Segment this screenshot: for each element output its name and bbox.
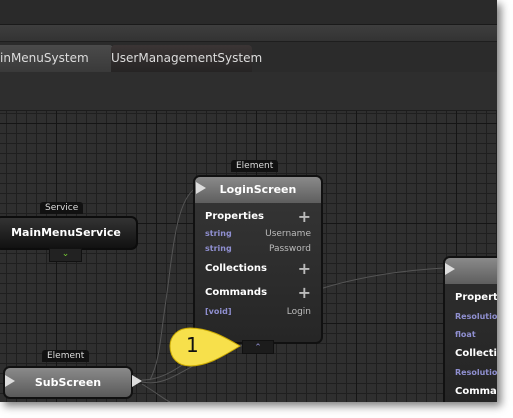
input-connector-icon[interactable]: [196, 182, 206, 194]
node-title: SubScreen: [34, 376, 102, 389]
property-row[interactable]: string Password: [195, 244, 321, 254]
node-type-label: Service: [40, 202, 84, 214]
collections-section: Collections +: [195, 261, 321, 277]
callout-marker: [169, 327, 241, 367]
node-title: MainMenuService: [11, 226, 121, 239]
section-label: Comma: [455, 386, 497, 397]
main-menu-service-node[interactable]: MainMenuService: [0, 216, 138, 250]
chevron-up-icon: ⌃: [254, 343, 262, 353]
property-type: float: [455, 330, 476, 339]
section-label: Collections: [205, 263, 267, 274]
callout-number: 1: [186, 333, 199, 357]
node-type-label: Element: [231, 160, 279, 172]
collapse-chevron-button[interactable]: ⌃: [242, 340, 274, 354]
property-name: Username: [265, 229, 311, 239]
property-type: Resolutio: [455, 312, 497, 321]
section-label: Commands: [205, 287, 268, 298]
command-name: Login: [286, 307, 311, 317]
section-label: Collectio: [455, 348, 497, 359]
node-title: LoginScreen: [195, 177, 321, 203]
input-connector-icon[interactable]: [5, 375, 15, 387]
chevron-down-icon: ⌄: [61, 249, 70, 259]
add-property-button[interactable]: +: [298, 209, 311, 225]
editor-window: inMenuSystem UserManagementSystem Servic…: [0, 0, 497, 402]
property-type: string: [205, 244, 232, 253]
expand-chevron-button[interactable]: ⌄: [49, 248, 82, 262]
add-command-button[interactable]: +: [298, 285, 311, 301]
section-label: Properties: [205, 211, 264, 222]
login-screen-node[interactable]: LoginScreen Properties + string Username s…: [193, 175, 323, 344]
collection-item: Resolutio: [455, 368, 497, 377]
property-type: string: [205, 229, 232, 238]
property-name: Password: [268, 244, 311, 254]
input-connector-icon[interactable]: [445, 263, 455, 275]
command-type: [void]: [205, 307, 232, 316]
output-connector-icon[interactable]: [132, 375, 142, 387]
property-row[interactable]: string Username: [195, 229, 321, 239]
section-label: Propert: [455, 292, 497, 303]
sub-screen-node[interactable]: SubScreen: [3, 366, 133, 399]
resolution-node[interactable]: Propert Resolutio float Collectio Resolu…: [443, 256, 497, 402]
commands-section: Commands +: [195, 285, 321, 301]
add-collection-button[interactable]: +: [298, 261, 311, 277]
properties-section: Properties +: [195, 209, 321, 225]
command-row[interactable]: [void] Login: [195, 307, 321, 317]
node-type-label: Element: [42, 350, 90, 362]
